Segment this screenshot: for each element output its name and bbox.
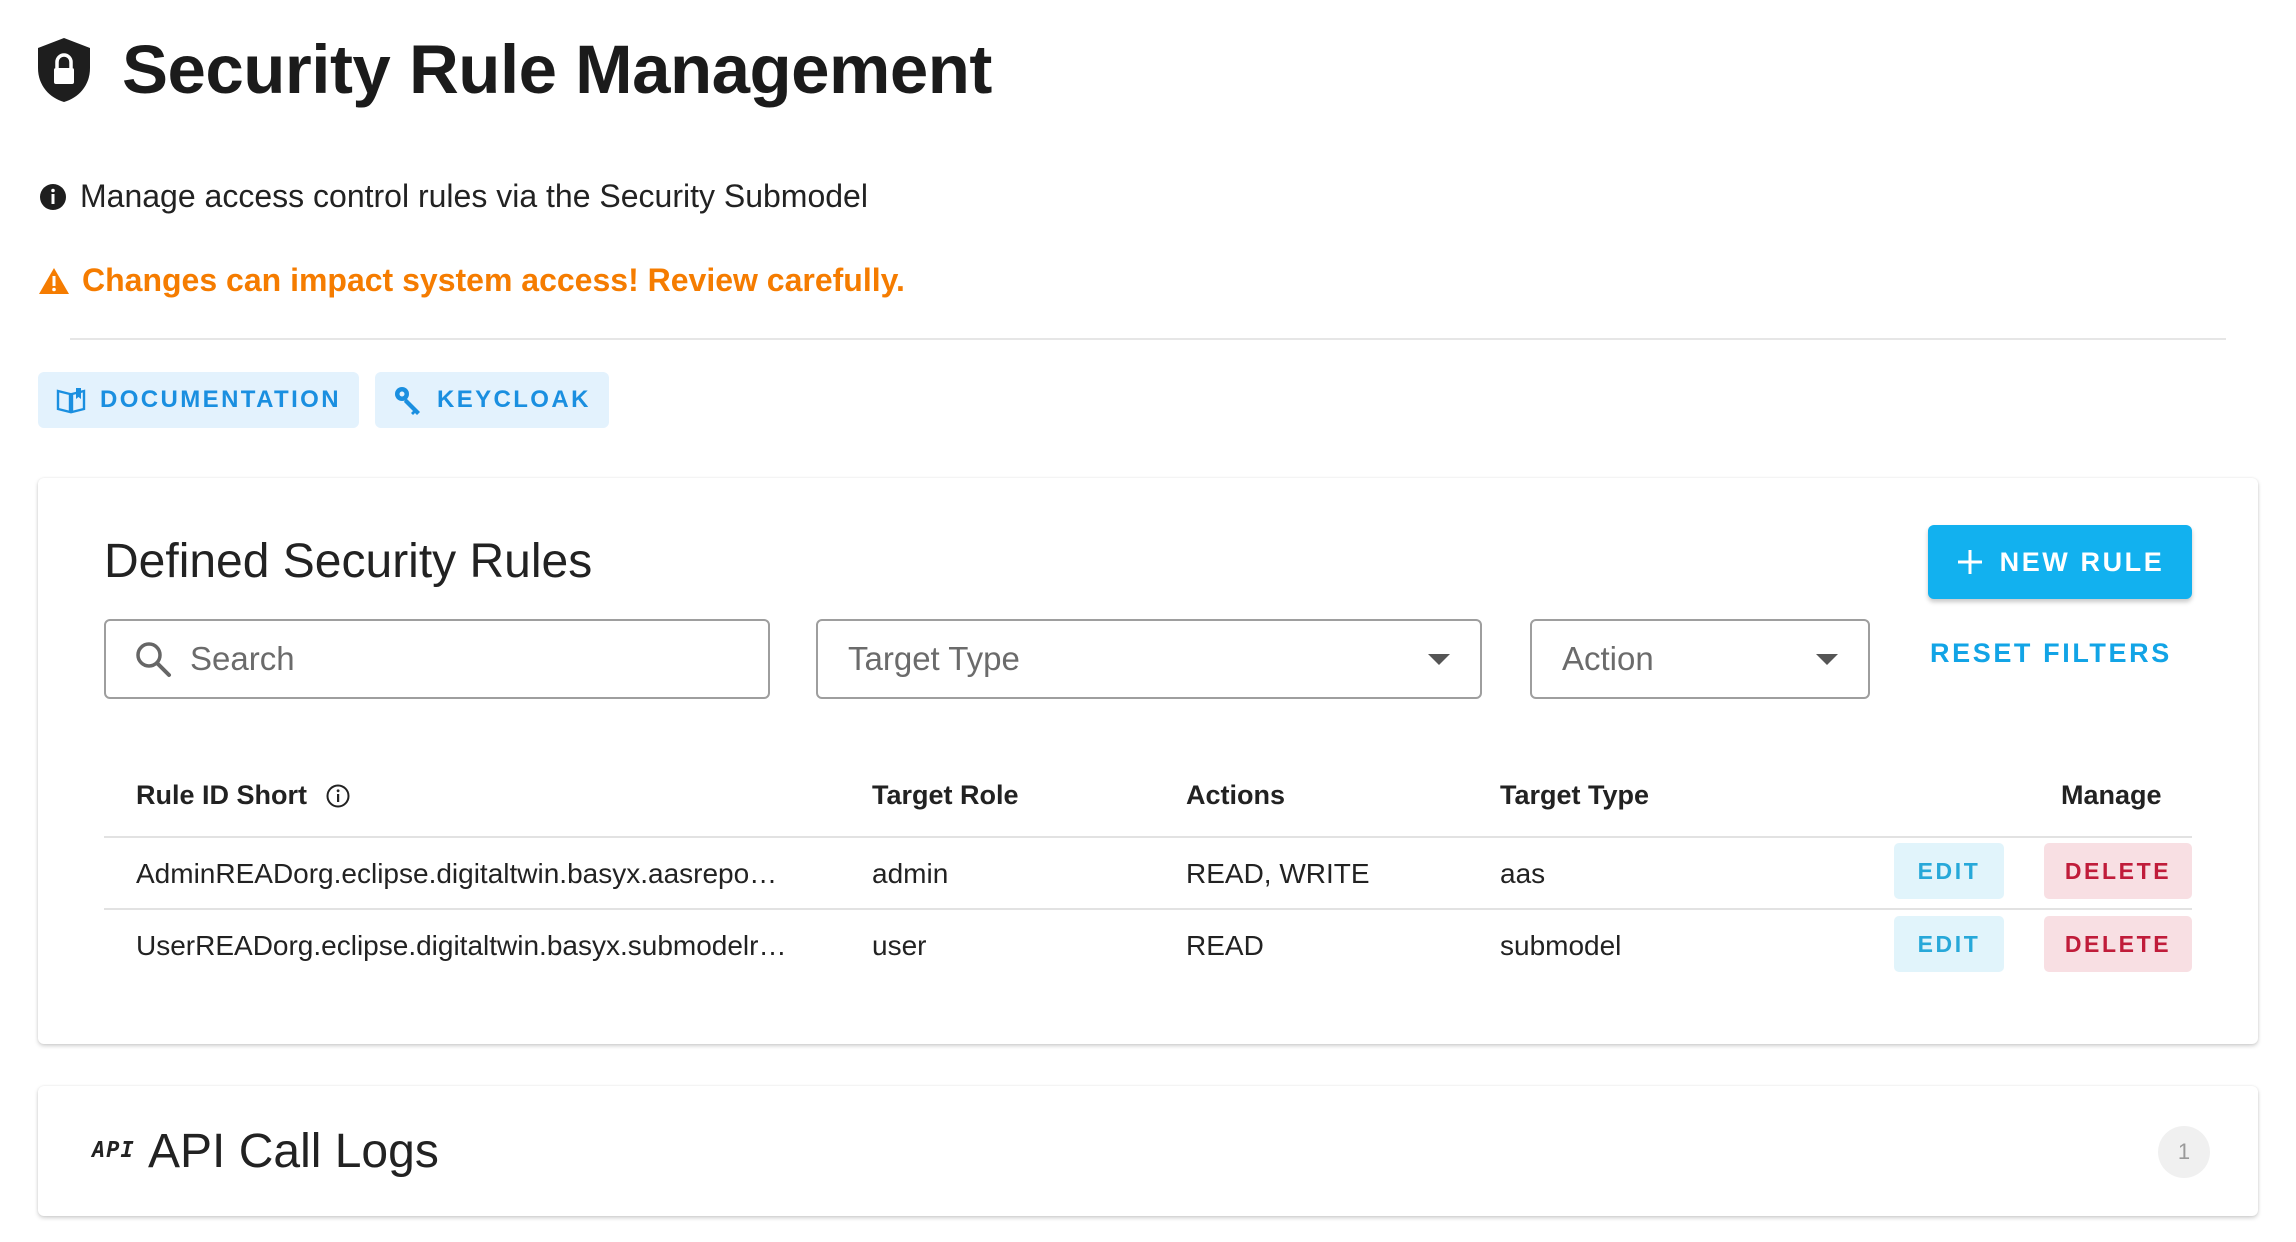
- target-role-cell: admin: [872, 858, 949, 889]
- column-header-manage: Manage: [2061, 780, 2162, 810]
- column-header-rule-id[interactable]: Rule ID Short: [136, 780, 351, 811]
- info-message: Manage access control rules via the Secu…: [38, 178, 868, 215]
- target-role-cell: user: [872, 930, 927, 961]
- warning-text: Changes can impact system access! Review…: [82, 262, 905, 298]
- actions-cell: READ: [1186, 930, 1264, 961]
- actions-cell: READ, WRITE: [1186, 858, 1370, 889]
- target-type-label: Target Type: [848, 640, 1020, 677]
- row-divider: [104, 836, 2192, 838]
- logs-title: API Call Logs: [148, 1125, 439, 1178]
- search-field[interactable]: [104, 619, 770, 699]
- action-select[interactable]: Action: [1530, 619, 1870, 699]
- page-header: Security Rule Management: [36, 30, 992, 109]
- target-type-select[interactable]: Target Type: [816, 619, 1482, 699]
- book-icon: [56, 388, 86, 414]
- new-rule-label: NEW RULE: [1999, 546, 2165, 577]
- delete-button[interactable]: DELETE: [2044, 843, 2192, 899]
- target-type-cell: aas: [1500, 858, 1546, 889]
- page: Security Rule Management Manage access c…: [0, 0, 2296, 1242]
- page-title: Security Rule Management: [122, 31, 992, 108]
- column-header-actions[interactable]: Actions: [1186, 780, 1285, 811]
- column-header-target-type[interactable]: Target Type: [1500, 780, 1649, 811]
- info-icon: [40, 183, 66, 210]
- action-label: Action: [1562, 640, 1654, 677]
- column-header-target-role[interactable]: Target Role: [872, 780, 1019, 811]
- api-icon: API: [92, 1138, 135, 1163]
- shield-lock-icon: [38, 37, 90, 102]
- documentation-button[interactable]: DOCUMENTATION: [38, 372, 359, 428]
- warning-message: Changes can impact system access! Review…: [38, 262, 905, 299]
- edit-button[interactable]: EDIT: [1894, 916, 2004, 972]
- chevron-down-icon: [1428, 653, 1450, 665]
- new-rule-button[interactable]: NEW RULE: [1928, 525, 2192, 599]
- security-rules-card: Defined Security Rules NEW RULE Target T…: [38, 478, 2258, 1044]
- info-text: Manage access control rules via the Secu…: [80, 178, 868, 214]
- documentation-label: DOCUMENTATION: [100, 386, 341, 413]
- plus-icon: [1957, 550, 1982, 574]
- link-buttons: DOCUMENTATION KEYCLOAK: [38, 372, 609, 428]
- divider: [70, 338, 2226, 340]
- delete-button[interactable]: DELETE: [2044, 916, 2192, 972]
- info-outline-icon[interactable]: [325, 783, 351, 809]
- key-icon: [394, 387, 420, 415]
- search-input[interactable]: [190, 640, 750, 678]
- rule-id-cell: AdminREADorg.eclipse.digitaltwin.basyx.a…: [136, 858, 778, 889]
- row-divider: [104, 908, 2192, 910]
- target-type-cell: submodel: [1500, 930, 1622, 961]
- logs-count-badge: 1: [2158, 1126, 2210, 1178]
- chevron-down-icon: [1816, 653, 1838, 665]
- keycloak-label: KEYCLOAK: [436, 386, 591, 413]
- column-header-label: Rule ID Short: [136, 780, 308, 810]
- card-title: Defined Security Rules: [104, 535, 593, 588]
- warning-icon: [39, 267, 69, 294]
- rule-id-cell: UserREADorg.eclipse.digitaltwin.basyx.su…: [136, 930, 787, 961]
- keycloak-button[interactable]: KEYCLOAK: [374, 372, 609, 428]
- search-icon: [136, 642, 171, 677]
- reset-filters-button[interactable]: RESET FILTERS: [1930, 638, 2172, 669]
- api-call-logs-panel[interactable]: API API Call Logs 1: [38, 1086, 2258, 1216]
- edit-button[interactable]: EDIT: [1894, 843, 2004, 899]
